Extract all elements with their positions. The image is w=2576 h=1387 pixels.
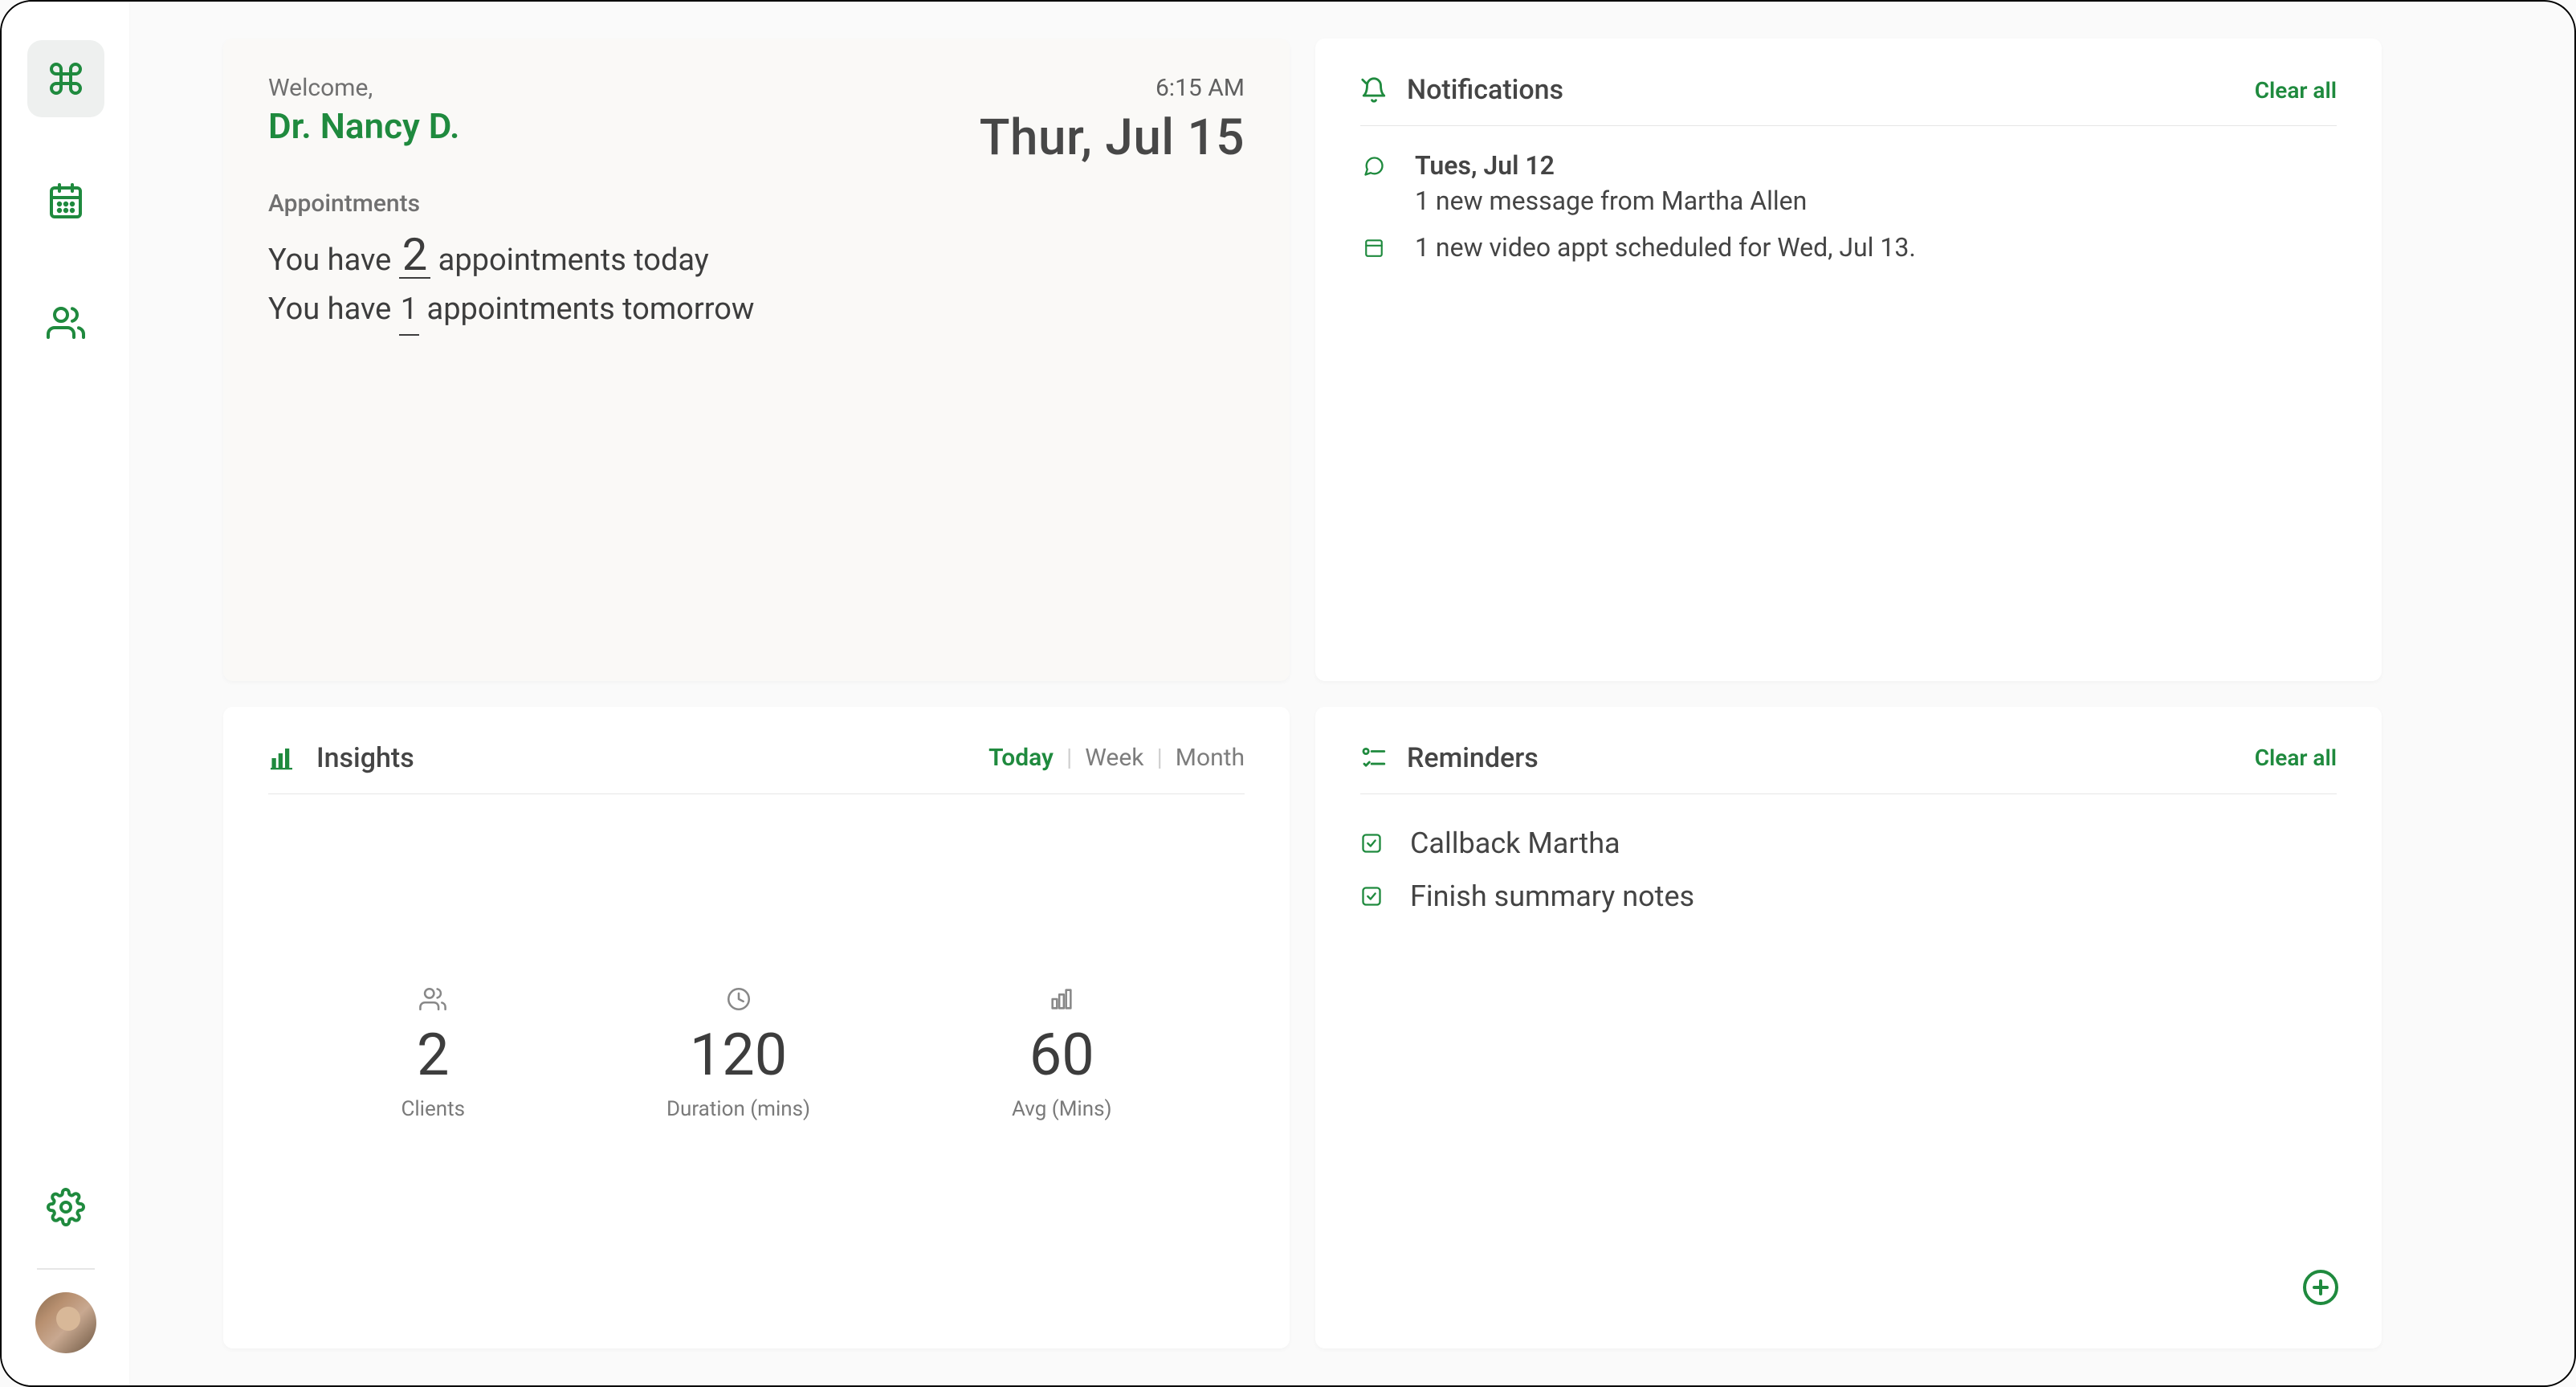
tab-month[interactable]: Month	[1176, 744, 1245, 772]
appt-line-prefix: You have	[268, 292, 399, 327]
welcome-name: Dr. Nancy D.	[268, 105, 460, 147]
appt-today-count[interactable]: 2	[399, 232, 430, 279]
avatar[interactable]	[35, 1292, 96, 1353]
command-icon	[47, 59, 85, 98]
sidebar-bottom	[27, 1169, 104, 1353]
metric-avg: 60 Avg (Mins)	[1012, 985, 1112, 1121]
appt-line-prefix: You have	[268, 243, 399, 278]
metric-label: Avg (Mins)	[1012, 1097, 1112, 1121]
notification-text: 1 new message from Martha Allen	[1415, 186, 1807, 216]
reminders-body: Callback Martha Finish summary notes	[1360, 794, 2337, 1314]
sidebar-item-dashboard[interactable]	[27, 40, 104, 117]
current-time: 6:15 AM	[980, 74, 1245, 102]
welcome-label: Welcome,	[268, 74, 460, 102]
appointments-today: You have 2 appointments today	[268, 232, 1245, 285]
notifications-clear-button[interactable]: Clear all	[2255, 77, 2337, 104]
insights-title: Insights	[316, 742, 414, 774]
checkbox-icon[interactable]	[1360, 832, 1383, 855]
tab-today[interactable]: Today	[988, 744, 1054, 772]
reminders-card: Reminders Clear all Callback Martha Fini…	[1315, 707, 2382, 1349]
notification-date: Tues, Jul 12	[1415, 150, 1807, 181]
reminder-item[interactable]: Finish summary notes	[1360, 879, 2337, 913]
reminder-text: Finish summary notes	[1410, 879, 1694, 913]
insights-card: Insights Today | Week | Month 2 Clients	[223, 707, 1290, 1349]
metric-clients: 2 Clients	[401, 985, 465, 1121]
insights-body: 2 Clients 120 Duration (mins) 60 Avg (Mi…	[268, 794, 1245, 1314]
insights-tabs: Today | Week | Month	[988, 744, 1245, 772]
sidebar-divider	[37, 1268, 95, 1270]
calendar-icon	[47, 182, 85, 220]
reminders-title: Reminders	[1407, 742, 1539, 774]
notifications-title: Notifications	[1407, 74, 1563, 106]
notification-item[interactable]: Tues, Jul 12 1 new message from Martha A…	[1360, 150, 2337, 216]
people-small-icon	[419, 985, 446, 1013]
people-icon	[47, 304, 85, 342]
sidebar-item-settings[interactable]	[27, 1169, 104, 1246]
appointments-tomorrow: You have 1 appointments tomorrow	[268, 285, 1245, 336]
notifications-body: Tues, Jul 12 1 new message from Martha A…	[1360, 126, 2337, 263]
appt-line-suffix: appointments today	[430, 243, 709, 278]
bars-icon	[1048, 985, 1075, 1013]
notifications-header: Notifications Clear all	[1360, 74, 2337, 126]
sidebar-item-calendar[interactable]	[27, 162, 104, 239]
current-date: Thur, Jul 15	[980, 108, 1245, 167]
reminder-text: Callback Martha	[1410, 826, 1620, 860]
main-content: Welcome, Dr. Nancy D. 6:15 AM Thur, Jul …	[130, 2, 2574, 1385]
sidebar-item-clients[interactable]	[27, 284, 104, 361]
chat-icon	[1360, 150, 1388, 177]
metric-duration: 120 Duration (mins)	[666, 985, 810, 1121]
sidebar-nav-top	[27, 40, 104, 361]
notifications-card: Notifications Clear all Tues, Jul 12 1 n…	[1315, 39, 2382, 681]
calendar-small-icon	[1360, 232, 1388, 258]
metric-value: 120	[690, 1021, 787, 1089]
tab-week[interactable]: Week	[1085, 744, 1143, 772]
appointments-lines: You have 2 appointments today You have 1…	[268, 232, 1245, 336]
metric-label: Clients	[401, 1097, 465, 1121]
appt-tomorrow-count[interactable]: 1	[399, 285, 419, 336]
checkbox-icon[interactable]	[1360, 885, 1383, 908]
metric-value: 60	[1029, 1021, 1094, 1089]
appointments-heading: Appointments	[268, 190, 1245, 218]
reminders-clear-button[interactable]: Clear all	[2255, 744, 2337, 771]
metric-label: Duration (mins)	[666, 1097, 810, 1121]
gear-icon	[47, 1188, 85, 1226]
bar-chart-icon	[268, 744, 297, 773]
sidebar	[2, 2, 130, 1385]
metric-value: 2	[417, 1021, 449, 1089]
app-shell: Welcome, Dr. Nancy D. 6:15 AM Thur, Jul …	[0, 0, 2576, 1387]
notification-text: 1 new video appt scheduled for Wed, Jul …	[1415, 232, 1916, 263]
reminders-header: Reminders Clear all	[1360, 742, 2337, 794]
clock-icon	[725, 985, 752, 1013]
bell-icon	[1360, 76, 1388, 104]
checklist-icon	[1360, 744, 1388, 772]
appt-line-suffix: appointments tomorrow	[419, 292, 754, 327]
welcome-header: Welcome, Dr. Nancy D. 6:15 AM Thur, Jul …	[268, 74, 1245, 167]
welcome-card: Welcome, Dr. Nancy D. 6:15 AM Thur, Jul …	[223, 39, 1290, 681]
insights-header: Insights Today | Week | Month	[268, 742, 1245, 794]
reminder-item[interactable]: Callback Martha	[1360, 826, 2337, 860]
notification-item[interactable]: 1 new video appt scheduled for Wed, Jul …	[1360, 232, 2337, 263]
add-reminder-button[interactable]	[2301, 1268, 2340, 1307]
